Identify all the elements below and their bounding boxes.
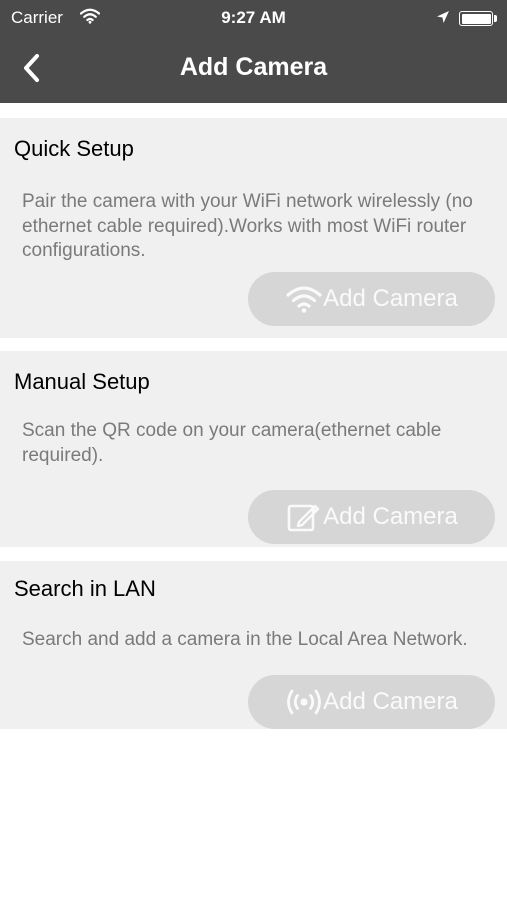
wifi-icon [286,286,322,313]
section-description: Search and add a camera in the Local Are… [22,629,468,650]
section-title: Quick Setup [14,136,134,161]
status-bar: Carrier 9:27 AM [0,0,507,36]
nav-bar: Carrier 9:27 AM Add Camera [0,0,507,103]
quick-setup-add-camera-button[interactable]: Add Camera [248,272,495,326]
section-description: Pair the camera with your WiFi network w… [22,191,473,261]
manual-setup-add-camera-button[interactable]: Add Camera [248,490,495,544]
page-title: Add Camera [179,53,328,81]
battery-tip [494,15,497,22]
section-title: Manual Setup [14,369,150,394]
location-arrow-icon [437,11,449,23]
section-title: Search in LAN [14,576,156,601]
search-lan-add-camera-button[interactable]: Add Camera [248,675,495,729]
button-label: Add Camera [323,285,458,312]
section-description: Scan the QR code on your camera(ethernet… [22,420,442,466]
search-lan-section: Search in LAN Search and add a camera in… [0,561,507,729]
battery-icon [459,11,493,26]
clock: 9:27 AM [221,8,286,27]
broadcast-icon [287,689,322,715]
button-label: Add Camera [323,503,458,530]
quick-setup-section: Quick Setup Pair the camera with your Wi… [0,118,507,338]
manual-setup-section: Manual Setup Scan the QR code on your ca… [0,351,507,547]
button-label: Add Camera [323,688,458,715]
edit-icon [287,504,320,532]
